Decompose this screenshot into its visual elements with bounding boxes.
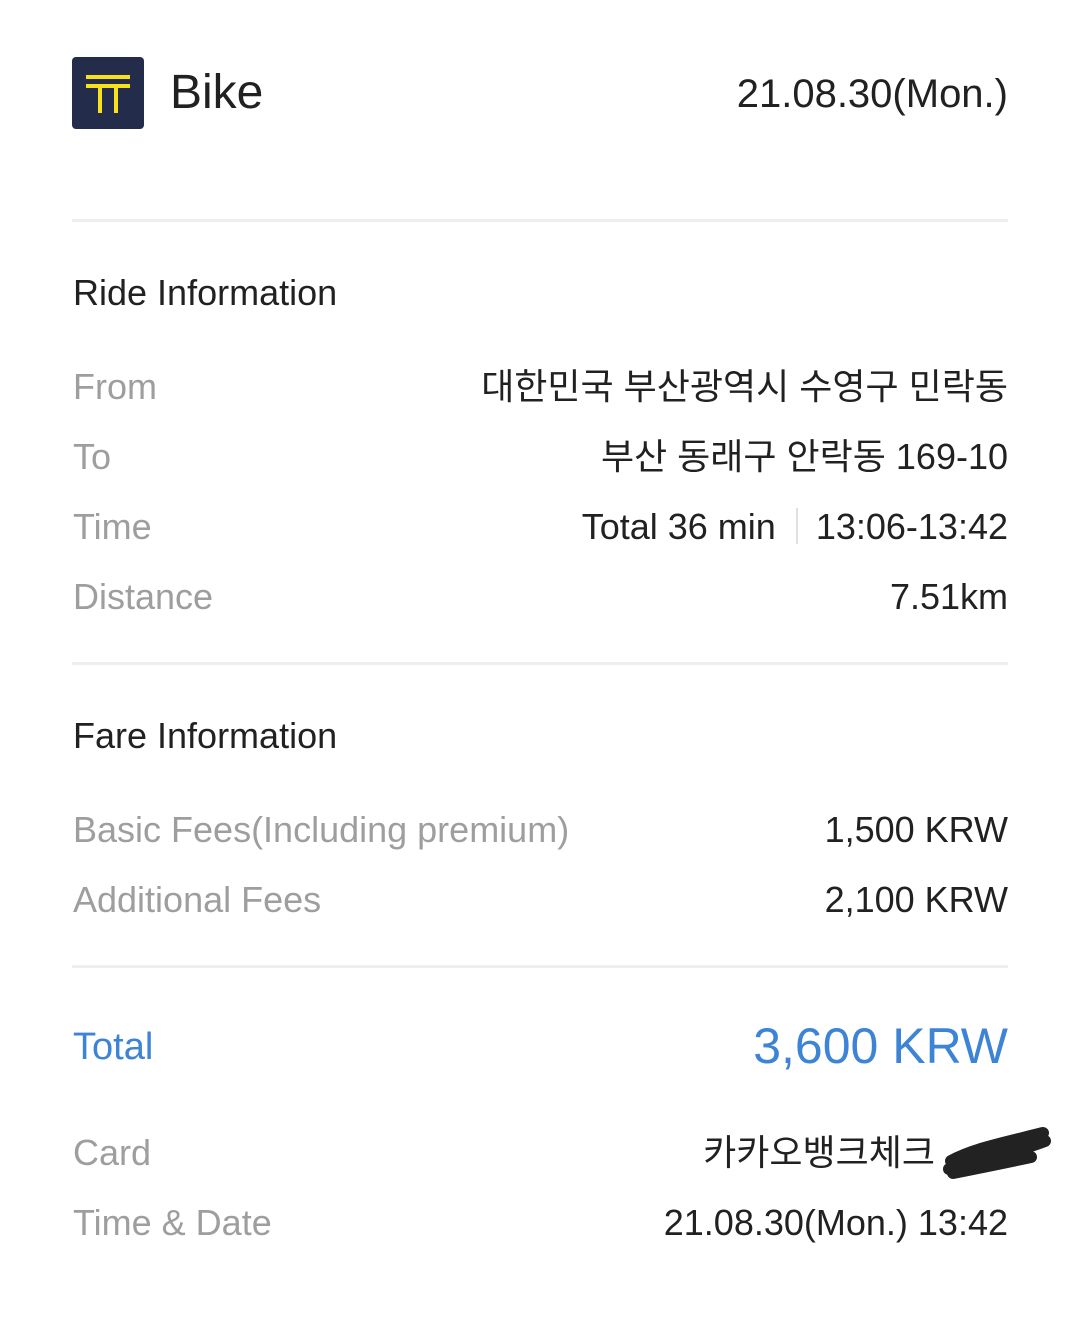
time-date-label: Time & Date — [73, 1202, 272, 1243]
time-range: 13:06-13:42 — [815, 506, 1008, 547]
to-label: To — [73, 436, 112, 477]
fare-information-title: Fare Information — [73, 715, 338, 756]
divider — [72, 965, 1008, 968]
time-total: Total 36 min — [581, 506, 776, 547]
additional-fees-row: Additional Fees 2,100 KRW — [73, 875, 1008, 925]
additional-fees-label: Additional Fees — [73, 879, 322, 920]
to-row: To 부산 동래구 안락동 169-10 — [73, 432, 1008, 482]
total-label: Total — [73, 1026, 154, 1068]
from-value: 대한민국 부산광역시 수영구 민락동 — [481, 366, 1008, 407]
from-label: From — [73, 366, 157, 407]
time-date-row: Time & Date 21.08.30(Mon.) 13:42 — [73, 1198, 1008, 1248]
time-label: Time — [73, 506, 152, 547]
divider — [72, 219, 1008, 222]
time-date-value: 21.08.30(Mon.) 13:42 — [663, 1202, 1008, 1243]
service-title: Bike — [170, 66, 264, 119]
redaction-scribble — [943, 1127, 1051, 1180]
header-date: 21.08.30(Mon.) — [736, 72, 1008, 116]
additional-fees-value: 2,100 KRW — [824, 879, 1008, 920]
t-logo-icon — [72, 57, 144, 129]
distance-value: 7.51km — [889, 576, 1008, 617]
total-value: 3,600 KRW — [753, 1018, 1008, 1074]
card-value: 카카오뱅크체크 — [703, 1132, 935, 1173]
from-row: From 대한민국 부산광역시 수영구 민락동 — [73, 362, 1008, 412]
basic-fees-value: 1,500 KRW — [824, 809, 1008, 850]
time-separator — [795, 508, 798, 545]
distance-label: Distance — [73, 576, 214, 617]
divider — [72, 662, 1008, 665]
ride-information-title: Ride Information — [73, 272, 338, 313]
card-row: 카카오뱅크체크 Card — [73, 1127, 1051, 1180]
basic-fees-label: Basic Fees(Including premium) — [73, 809, 570, 850]
time-value: Total 36 min 13:06-13:42 — [582, 502, 1008, 552]
card-label: Card — [73, 1132, 152, 1173]
card-value-wrap: 카카오뱅크체크 — [703, 1127, 1051, 1180]
total-row: Total 3,600 KRW — [73, 1016, 1008, 1076]
receipt-header: Bike 21.08.30(Mon.) — [72, 57, 1008, 129]
basic-fees-row: Basic Fees(Including premium) 1,500 KRW — [73, 805, 1008, 855]
distance-row: Distance 7.51km — [73, 572, 1008, 622]
time-row: Time Total 36 min 13:06-13:42 — [73, 502, 1008, 552]
to-value: 부산 동래구 안락동 169-10 — [600, 436, 1008, 477]
